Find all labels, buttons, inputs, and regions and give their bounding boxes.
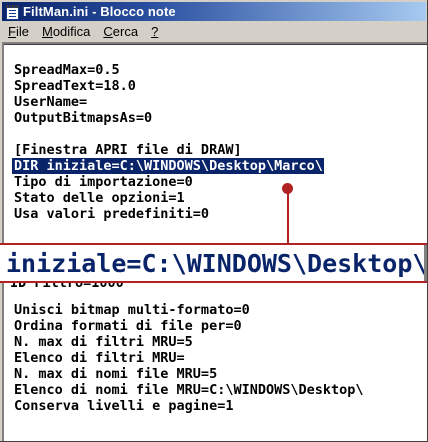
text-line[interactable]: Ordina formati di file per=0 bbox=[14, 318, 242, 334]
text-line[interactable]: Tipo di importazione=0 bbox=[14, 174, 193, 190]
menu-help[interactable]: ? bbox=[145, 24, 165, 39]
text-line[interactable]: Usa valori predefiniti=0 bbox=[14, 206, 209, 222]
text-line[interactable]: Elenco di nomi file MRU=C:\WINDOWS\Deskt… bbox=[14, 382, 364, 398]
text-line[interactable]: Elenco di filtri MRU= bbox=[14, 350, 185, 366]
text-line[interactable]: Stato delle opzioni=1 bbox=[14, 190, 185, 206]
menu-file[interactable]: File bbox=[2, 24, 36, 39]
text-editor-area[interactable]: SpreadMax=0.5 SpreadText=18.0 UserName= … bbox=[2, 42, 427, 441]
window-title: FiltMan.ini - Blocco note bbox=[23, 4, 176, 19]
callout-pointer-dot bbox=[282, 183, 293, 194]
text-line[interactable]: N. max di filtri MRU=5 bbox=[14, 334, 193, 350]
partially-hidden-text-line: ID Filtro=1000 bbox=[10, 283, 124, 291]
text-line[interactable]: [Finestra APRI file di DRAW] bbox=[14, 142, 242, 158]
text-line[interactable]: N. max di nomi file MRU=5 bbox=[14, 366, 217, 382]
text-line[interactable]: UserName= bbox=[14, 94, 87, 110]
magnified-callout: iniziale=C:\WINDOWS\Desktop\ bbox=[0, 243, 428, 283]
menu-modifica[interactable]: Modifica bbox=[36, 24, 97, 39]
callout-pointer-line bbox=[287, 188, 289, 244]
magnified-text: iniziale=C:\WINDOWS\Desktop\ bbox=[6, 249, 428, 278]
text-line[interactable]: Unisci bitmap multi-formato=0 bbox=[14, 302, 250, 318]
menu-cerca[interactable]: Cerca bbox=[97, 24, 145, 39]
menu-bar: File Modifica Cerca ? bbox=[2, 22, 426, 41]
text-line[interactable]: OutputBitmapsAs=0 bbox=[14, 110, 152, 126]
text-line[interactable]: Conserva livelli e pagine=1 bbox=[14, 398, 233, 414]
text-line[interactable]: SpreadText=18.0 bbox=[14, 78, 136, 94]
selected-text-line[interactable]: DIR iniziale=C:\WINDOWS\Desktop\Marco\ bbox=[12, 158, 324, 174]
text-line[interactable]: SpreadMax=0.5 bbox=[14, 62, 120, 78]
title-bar[interactable]: FiltMan.ini - Blocco note bbox=[2, 2, 426, 21]
notepad-window: FiltMan.ini - Blocco note File Modifica … bbox=[0, 0, 428, 442]
notepad-icon[interactable] bbox=[5, 4, 19, 20]
magnifier-edge bbox=[424, 245, 427, 281]
